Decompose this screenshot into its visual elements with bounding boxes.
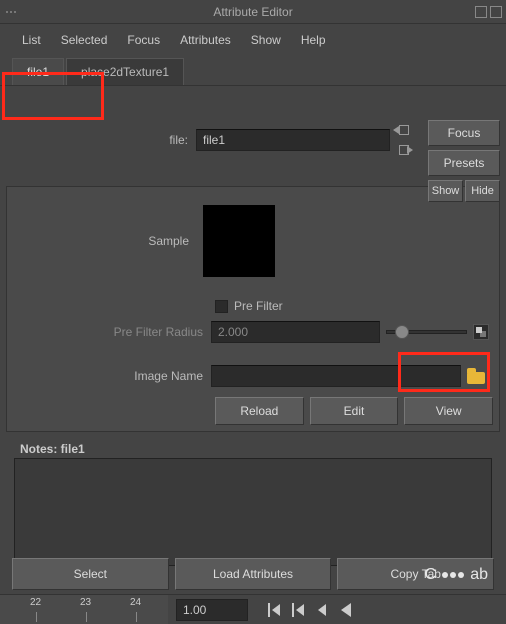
- watermark-overlay: C ab: [425, 566, 488, 584]
- go-to-start-icon[interactable]: [268, 602, 284, 618]
- title-bar: Attribute Editor: [0, 0, 506, 24]
- step-back-frame-icon[interactable]: [316, 602, 332, 618]
- slider-thumb-icon[interactable]: [395, 325, 409, 339]
- hide-button[interactable]: Hide: [465, 180, 500, 202]
- file-name-input[interactable]: [196, 129, 390, 151]
- close-icon[interactable]: [490, 6, 502, 18]
- timeline-bar: 22 23 24 1.00: [0, 594, 506, 624]
- file-attributes-panel: Sample Pre Filter Pre Filter Radius Imag…: [6, 186, 500, 432]
- titlebar-grip-icon: [6, 11, 16, 13]
- step-back-key-icon[interactable]: [292, 602, 308, 618]
- menu-selected[interactable]: Selected: [61, 33, 108, 47]
- window-title: Attribute Editor: [213, 5, 292, 19]
- file-name-row: file:: [6, 124, 500, 156]
- sample-label: Sample: [7, 234, 197, 248]
- current-frame-field[interactable]: 1.00: [176, 599, 248, 621]
- timeline-tick: 23: [80, 597, 91, 608]
- prefilter-radius-slider[interactable]: [386, 330, 467, 334]
- view-button[interactable]: View: [404, 397, 493, 425]
- sample-swatch[interactable]: [203, 205, 275, 277]
- image-action-row: Reload Edit View: [215, 397, 493, 425]
- focus-button[interactable]: Focus: [428, 120, 500, 146]
- right-button-column: Focus Presets Show Hide: [428, 120, 500, 202]
- input-connection-icon[interactable]: [396, 124, 410, 136]
- prefilter-checkbox[interactable]: [215, 300, 228, 313]
- titlebar-controls: [475, 6, 502, 18]
- bottom-button-row: Select Load Attributes Copy Tab: [12, 558, 494, 590]
- menu-focus[interactable]: Focus: [127, 33, 160, 47]
- prefilter-radius-label: Pre Filter Radius: [7, 325, 211, 339]
- timeline-ruler[interactable]: 22 23 24: [0, 595, 168, 624]
- menu-help[interactable]: Help: [301, 33, 326, 47]
- menu-list[interactable]: List: [22, 33, 41, 47]
- texture-map-icon[interactable]: [473, 324, 489, 340]
- tab-bar: file1 place2dTexture1: [0, 56, 506, 86]
- notes-textarea[interactable]: [14, 458, 492, 566]
- image-name-label: Image Name: [7, 369, 211, 383]
- output-connection-icon[interactable]: [396, 144, 410, 156]
- sample-row: Sample: [7, 187, 499, 295]
- image-name-row: Image Name: [7, 361, 499, 391]
- timeline-tick: 22: [30, 597, 41, 608]
- menu-show[interactable]: Show: [251, 33, 281, 47]
- menu-attributes[interactable]: Attributes: [180, 33, 231, 47]
- file-label: file:: [6, 133, 196, 147]
- playback-controls: [268, 602, 356, 618]
- prefilter-label: Pre Filter: [234, 299, 283, 313]
- prefilter-row: Pre Filter: [7, 295, 499, 317]
- play-backward-icon[interactable]: [340, 602, 356, 618]
- prefilter-radius-row: Pre Filter Radius: [7, 317, 499, 347]
- image-name-input[interactable]: [211, 365, 461, 387]
- tab-file1[interactable]: file1: [12, 58, 64, 85]
- menu-bar: List Selected Focus Attributes Show Help: [0, 24, 506, 56]
- timeline-tick: 24: [130, 597, 141, 608]
- reload-button[interactable]: Reload: [215, 397, 304, 425]
- dock-icon[interactable]: [475, 6, 487, 18]
- browse-folder-icon[interactable]: [467, 368, 487, 384]
- edit-button[interactable]: Edit: [310, 397, 399, 425]
- load-attributes-button[interactable]: Load Attributes: [175, 558, 332, 590]
- tab-place2dtexture1[interactable]: place2dTexture1: [66, 58, 184, 85]
- prefilter-radius-input[interactable]: [211, 321, 380, 343]
- select-button[interactable]: Select: [12, 558, 169, 590]
- presets-button[interactable]: Presets: [428, 150, 500, 176]
- show-button[interactable]: Show: [428, 180, 463, 202]
- notes-label: Notes: file1: [20, 442, 500, 456]
